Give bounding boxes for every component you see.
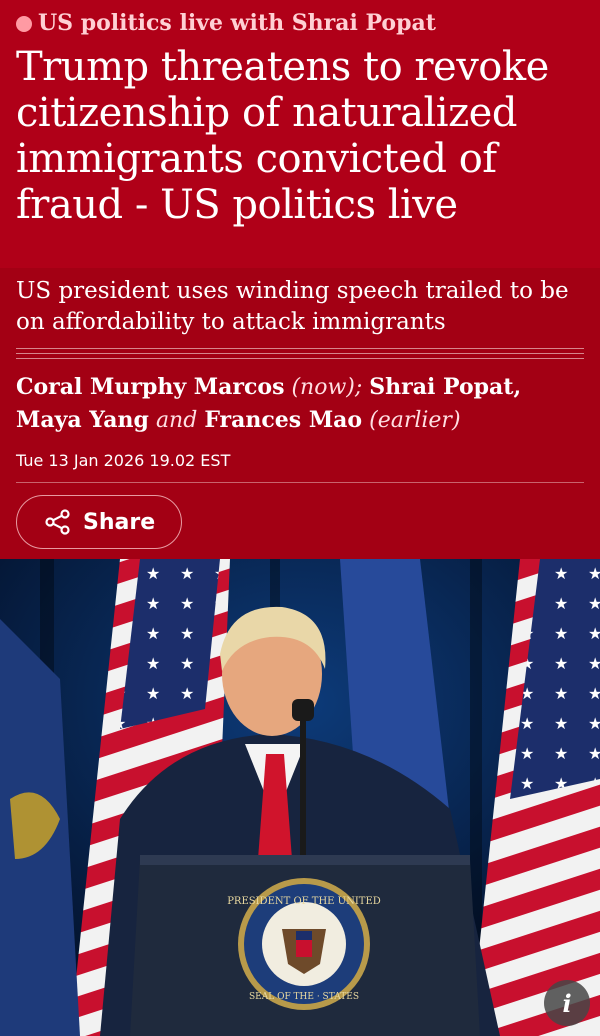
- author-link[interactable]: Coral Murphy Marcos: [16, 374, 284, 400]
- publish-date: Tue 13 Jan 2026 19.02 EST: [16, 451, 584, 483]
- seal-text-top: PRESIDENT OF THE UNITED: [227, 896, 381, 907]
- article-photo[interactable]: ★: [0, 559, 600, 1036]
- standfirst: US president uses winding speech trailed…: [16, 278, 569, 335]
- headline: Trump threatens to revoke citizenship of…: [16, 44, 549, 228]
- divider-rules: [16, 348, 584, 363]
- author-link[interactable]: Shrai Popat,: [369, 374, 521, 400]
- info-button[interactable]: i: [544, 980, 590, 1026]
- share-button[interactable]: Share: [16, 495, 183, 549]
- byline-note: (now);: [291, 375, 363, 400]
- author-link[interactable]: Maya Yang: [16, 407, 149, 433]
- byline: Coral Murphy Marcos (now); Shrai Popat, …: [16, 371, 584, 437]
- live-kicker[interactable]: US politics live with Shrai Popat: [16, 10, 584, 36]
- photo-illustration: ★: [0, 559, 600, 1036]
- share-icon: [45, 509, 70, 535]
- seal-text-bottom: SEAL OF THE · STATES: [249, 992, 359, 1002]
- live-dot-icon: [16, 15, 32, 32]
- author-link[interactable]: Frances Mao: [204, 407, 362, 433]
- kicker-label: US politics live with Shrai Popat: [38, 10, 436, 36]
- article-header: US politics live with Shrai Popat Trump …: [0, 0, 600, 268]
- byline-note: (earlier): [369, 408, 461, 433]
- article-meta: US president uses winding speech trailed…: [0, 268, 600, 559]
- byline-conjunction: and: [155, 408, 198, 433]
- share-label: Share: [83, 509, 156, 535]
